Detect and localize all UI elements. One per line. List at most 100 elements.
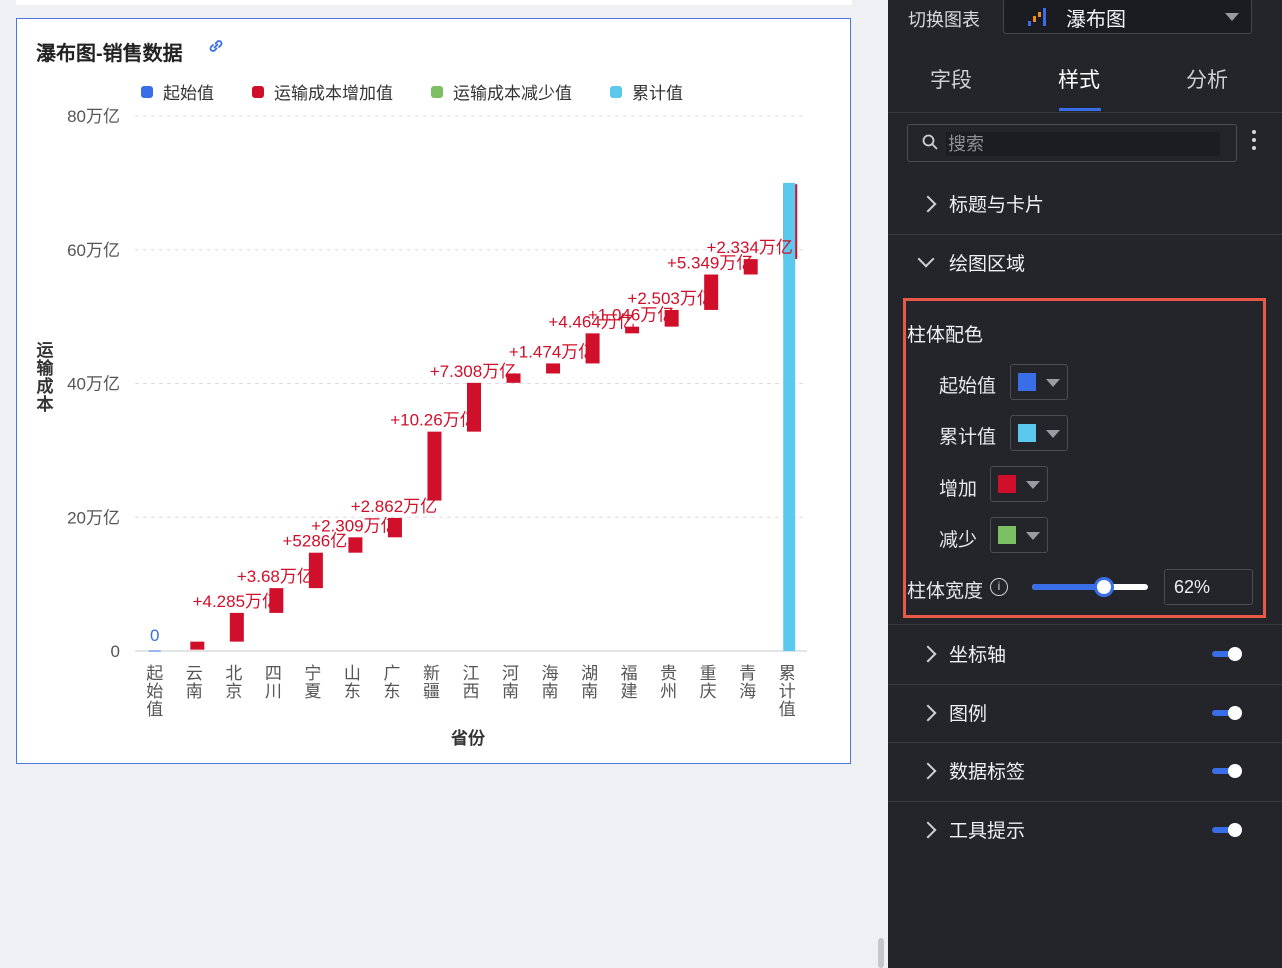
- top-card-edge: [16, 0, 852, 5]
- x-tick-label: 北: [225, 664, 242, 683]
- x-tick-label: 广: [383, 664, 400, 683]
- x-tick-label: 建: [621, 682, 638, 701]
- scrollbar-thumb[interactable]: [878, 938, 884, 968]
- chevron-right-icon: [919, 195, 937, 213]
- chart-type-select[interactable]: 瀑布图: [1003, 0, 1252, 34]
- total-color-label: 累计值: [939, 427, 997, 448]
- x-tick-label: 庆: [700, 682, 717, 701]
- bar-increase: [348, 537, 363, 553]
- data-label: +1.046万亿: [588, 306, 674, 325]
- waterfall-chart-icon: [1028, 8, 1046, 26]
- section-legend[interactable]: 图例: [888, 685, 1282, 743]
- x-tick-label: 南: [542, 682, 559, 701]
- section-title-card[interactable]: 标题与卡片: [888, 176, 1282, 235]
- search-box[interactable]: [907, 124, 1237, 162]
- x-tick-label: 河: [502, 664, 519, 683]
- x-tick-label: 川: [265, 682, 282, 701]
- y-tick-label: 40万亿: [67, 375, 120, 394]
- section-label[interactable]: 绘图区域: [949, 249, 1025, 276]
- legend-toggle[interactable]: [1212, 706, 1242, 720]
- search-input[interactable]: [946, 132, 1220, 156]
- start-color-label: 起始值: [939, 376, 997, 397]
- data-label: +4.285万亿: [193, 592, 279, 611]
- bar-width-slider[interactable]: [1032, 577, 1150, 597]
- chevron-right-icon: [919, 704, 937, 722]
- x-tick-label: 海: [542, 664, 559, 683]
- x-tick-label: 重: [700, 664, 717, 683]
- x-tick-label: 东: [383, 682, 400, 701]
- switch-chart-label: 切换图表: [908, 10, 980, 30]
- x-tick-label: 起: [146, 664, 163, 683]
- tooltip-toggle[interactable]: [1212, 823, 1242, 837]
- x-tick-label: 京: [225, 682, 242, 701]
- tab-analysis[interactable]: 分析: [1186, 64, 1228, 94]
- data-label: +2.862万亿: [351, 497, 437, 516]
- bar-width-input[interactable]: 62%: [1164, 569, 1253, 605]
- x-tick-label: 夏: [304, 682, 321, 701]
- section-label: 坐标轴: [949, 645, 1007, 666]
- chevron-down-icon: [1026, 481, 1040, 489]
- slider-thumb[interactable]: [1094, 577, 1114, 597]
- tab-style[interactable]: 样式: [1058, 64, 1100, 94]
- x-tick-label: 云: [186, 664, 203, 683]
- decrease-color-label: 减少: [939, 530, 978, 551]
- bar-increase: [546, 363, 561, 374]
- chevron-right-icon: [919, 821, 937, 839]
- y-tick-label: 20万亿: [67, 508, 120, 527]
- more-vertical-icon[interactable]: [1250, 126, 1258, 160]
- color-swatch: [1018, 373, 1036, 391]
- total-color-picker[interactable]: [1010, 415, 1068, 451]
- increase-color-picker[interactable]: [990, 466, 1048, 502]
- data-label: +3.68万亿: [237, 567, 314, 586]
- x-tick-label: 疆: [423, 682, 440, 701]
- x-axis-title: 省份: [450, 728, 486, 748]
- y-axis-title-char: 本: [37, 394, 54, 414]
- axis-toggle[interactable]: [1212, 647, 1242, 661]
- data-label: +2.503万亿: [627, 289, 713, 308]
- chevron-down-icon[interactable]: [917, 250, 935, 268]
- x-tick-label: 海: [739, 682, 756, 701]
- x-tick-label: 湖: [581, 664, 598, 683]
- settings-panel: 切换图表 瀑布图 字段 样式 分析 标题与卡片 绘图区域: [888, 0, 1282, 968]
- chart-card[interactable]: 瀑布图-销售数据 起始值 运输成本增加值 运输成本减少值 累计值 0 20万亿 40…: [16, 18, 851, 764]
- y-tick-label: 0: [111, 642, 120, 661]
- x-tick-label: 累: [779, 664, 796, 683]
- chevron-down-icon: [1225, 13, 1239, 21]
- info-icon[interactable]: i: [990, 578, 1008, 596]
- section-data-labels[interactable]: 数据标签: [888, 743, 1282, 802]
- section-label: 标题与卡片: [949, 195, 1045, 216]
- panel-tabs: 字段 样式 分析: [888, 46, 1282, 113]
- data-label: +2.334万亿: [706, 238, 792, 257]
- x-tick-label: 南: [186, 682, 203, 701]
- x-tick-label: 南: [502, 682, 519, 701]
- chevron-right-icon: [919, 762, 937, 780]
- data-label: 0: [150, 626, 159, 645]
- tab-fields[interactable]: 字段: [930, 64, 972, 94]
- y-axis-title-char: 成: [37, 376, 54, 396]
- y-axis-title-char: 输: [37, 358, 55, 378]
- decrease-color-picker[interactable]: [990, 517, 1048, 553]
- data-labels-toggle[interactable]: [1212, 764, 1242, 778]
- chevron-down-icon: [1046, 379, 1060, 387]
- increase-color-label: 增加: [939, 479, 978, 500]
- x-tick-label: 宁: [304, 664, 321, 683]
- x-tick-label: 新: [423, 664, 440, 683]
- start-color-picker[interactable]: [1010, 364, 1068, 400]
- x-tick-label: 青: [739, 664, 756, 683]
- x-tick-label: 州: [660, 682, 677, 701]
- active-tab-indicator: [1059, 108, 1101, 111]
- section-tooltip[interactable]: 工具提示: [888, 802, 1282, 860]
- x-tick-label: 江: [463, 664, 480, 683]
- x-tick-label: 值: [779, 700, 796, 719]
- data-label: +10.26万亿: [390, 411, 476, 430]
- section-label: 图例: [949, 704, 988, 725]
- section-axis[interactable]: 坐标轴: [888, 626, 1282, 685]
- section-label: 数据标签: [949, 762, 1026, 783]
- x-tick-label: 计: [779, 682, 796, 701]
- x-tick-label: 贵: [660, 664, 677, 683]
- data-label: +2.309万亿: [311, 516, 397, 535]
- switch-chart-row: 切换图表 瀑布图: [888, 0, 1282, 40]
- color-swatch: [998, 475, 1016, 493]
- section-label: 工具提示: [949, 821, 1026, 842]
- x-tick-label: 始: [146, 682, 163, 701]
